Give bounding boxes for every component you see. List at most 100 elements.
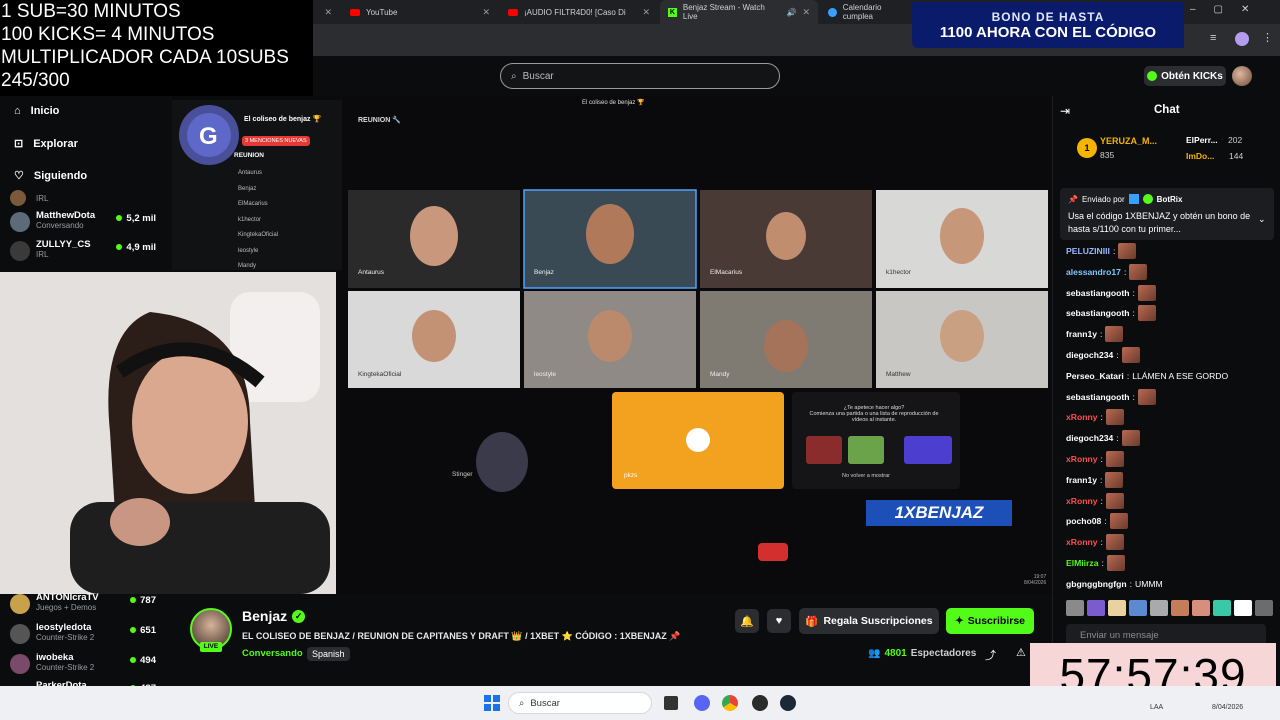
chat-username[interactable]: frann1y xyxy=(1066,475,1097,485)
tile-label: Stinger xyxy=(452,471,473,478)
obs-app-icon[interactable] xyxy=(752,695,768,711)
channel-name: ANTONIcraTV xyxy=(36,592,99,603)
recommended-item[interactable]: ANTONIcraTV Juegos + Demos 787 xyxy=(10,592,170,616)
emote-icon[interactable] xyxy=(1087,600,1105,616)
channel-name: MatthewDota xyxy=(36,210,96,221)
activity-checkbox-label[interactable]: No volver a mostrar xyxy=(842,473,890,479)
close-icon[interactable]: ✕ xyxy=(802,7,810,18)
browser-tab-audio[interactable]: ¡AUDIO FILTR4D0! [Caso Di ✕ xyxy=(500,0,658,24)
recommended-item[interactable]: leostyledota Counter-Strike 2 651 xyxy=(10,622,170,646)
chat-colon: : xyxy=(1132,308,1135,319)
close-icon[interactable]: ✕ xyxy=(482,7,490,18)
close-icon[interactable]: ✕ xyxy=(642,7,650,18)
following-item[interactable]: IRL xyxy=(10,190,170,206)
taskbar-search[interactable]: ⌕ Buscar xyxy=(508,692,652,714)
gift-subs-button[interactable]: 🎁 Regala Suscripciones xyxy=(799,608,939,634)
emote-icon[interactable] xyxy=(1234,600,1252,616)
chat-username[interactable]: xRonny xyxy=(1066,454,1098,464)
language-tag[interactable]: Spanish xyxy=(307,647,350,661)
sidebar-item-siguiendo[interactable]: ♡ Siguiendo xyxy=(14,169,87,183)
sidebar-item-explorar[interactable]: ⊡ Explorar xyxy=(14,137,78,151)
language-indicator[interactable]: LAA xyxy=(1150,704,1163,711)
heart-icon[interactable]: ♥ xyxy=(767,609,791,633)
chat-username[interactable]: diegoch234 xyxy=(1066,433,1113,443)
profile-icon[interactable] xyxy=(1235,32,1249,46)
chat-message: xRonny: xyxy=(1066,451,1124,467)
chat-username[interactable]: sebastiangooth xyxy=(1066,288,1130,298)
chat-username[interactable]: pocho08 xyxy=(1066,516,1101,526)
chrome-app-icon[interactable] xyxy=(722,695,738,711)
leaderboard-value: 835 xyxy=(1100,150,1115,160)
emote-icon[interactable] xyxy=(1066,600,1084,616)
chat-username[interactable]: xRonny xyxy=(1066,496,1098,506)
leaderboard-name[interactable]: ElPerr... xyxy=(1186,135,1218,145)
chevron-down-icon[interactable]: ⌄ xyxy=(1258,214,1266,225)
chat-username[interactable]: gbgnggbngfgn xyxy=(1066,579,1127,589)
chat-username[interactable]: Perseo_Katari xyxy=(1066,371,1124,381)
user-avatar[interactable] xyxy=(1232,66,1252,86)
speaker-icon[interactable]: 🔊 xyxy=(786,8,796,17)
following-item[interactable]: MatthewDota Conversando 5,2 mil xyxy=(10,210,170,234)
emote-icon[interactable] xyxy=(1192,600,1210,616)
pinned-message[interactable]: 📌 Enviado por BotRix Usa el código 1XBEN… xyxy=(1060,188,1274,240)
streamer-name-row: Benjaz ✓ xyxy=(242,608,306,624)
collapse-chat-icon[interactable]: ⇥ xyxy=(1060,104,1070,118)
emote-icon[interactable] xyxy=(1213,600,1231,616)
chat-colon: : xyxy=(1100,329,1103,340)
chat-username[interactable]: ElMiirza xyxy=(1066,558,1098,568)
chat-username[interactable]: xRonny xyxy=(1066,412,1098,422)
recommended-item[interactable]: iwobeka Counter-Strike 2 494 xyxy=(10,652,170,676)
streamer-name[interactable]: Benjaz xyxy=(242,608,287,624)
sidebar-item-inicio[interactable]: ⌂ Inicio xyxy=(14,105,59,117)
avatar xyxy=(10,594,30,614)
viewer-count: 787 xyxy=(130,595,156,606)
users-icon: 👥 xyxy=(868,648,881,659)
chat-username[interactable]: diegoch234 xyxy=(1066,350,1113,360)
stream-title: EL COLISEO DE BENJAZ / REUNION DE CAPITA… xyxy=(242,631,681,641)
steam-app-icon[interactable] xyxy=(780,695,796,711)
bell-icon[interactable]: 🔔 xyxy=(735,609,759,633)
taskbar-search-label: Buscar xyxy=(530,697,560,709)
windows-start-icon[interactable] xyxy=(484,695,500,711)
chat-username[interactable]: sebastiangooth xyxy=(1066,392,1130,402)
leaderboard-value: 144 xyxy=(1229,151,1244,161)
channel-category: Counter-Strike 2 xyxy=(36,663,95,672)
chat-message: gbgnggbngfgn: UMMM xyxy=(1066,576,1163,592)
browser-tab-calendar[interactable]: Calendario cumplea xyxy=(820,0,920,24)
search-input[interactable]: ⌕ Buscar xyxy=(500,63,780,89)
taskview-icon[interactable] xyxy=(664,696,678,710)
share-icon[interactable]: ⤴ xyxy=(985,647,996,663)
emote-icon[interactable] xyxy=(1108,600,1126,616)
get-kicks-button[interactable]: Obtén KICKs xyxy=(1144,66,1226,86)
window-controls[interactable]: –▢✕ xyxy=(1190,4,1267,15)
heart-icon: ♡ xyxy=(14,170,24,182)
more-icon[interactable]: ⋮ xyxy=(1262,31,1273,44)
close-icon[interactable]: ✕ xyxy=(324,7,332,18)
emote-icon[interactable] xyxy=(1255,600,1273,616)
emote-icon[interactable] xyxy=(1129,600,1147,616)
emote-icon[interactable] xyxy=(1150,600,1168,616)
chat-username[interactable]: alessandro17 xyxy=(1066,267,1121,277)
subscribe-button[interactable]: ✦ Suscribirse xyxy=(946,608,1034,634)
browser-tab-youtube[interactable]: YouTube ✕ xyxy=(342,0,498,24)
browser-tab-kick[interactable]: K Benjaz Stream - Watch Live 🔊 ✕ xyxy=(660,0,818,24)
emote-icon[interactable] xyxy=(1171,600,1189,616)
chat-username[interactable]: sebastiangooth xyxy=(1066,308,1130,318)
chat-text: UMMM xyxy=(1135,578,1163,589)
browser-tab-prev[interactable]: ✕ xyxy=(316,0,340,24)
discord-app-icon[interactable] xyxy=(694,695,710,711)
chat-username[interactable]: xRonny xyxy=(1066,537,1098,547)
emote-icon xyxy=(1105,471,1124,488)
stream-category[interactable]: Conversando xyxy=(242,648,303,659)
taskbar-date[interactable]: 8/04/2026 xyxy=(1212,704,1243,711)
chat-colon: : xyxy=(1104,516,1107,527)
warning-icon[interactable]: ⚠ xyxy=(1016,646,1026,659)
channel-name: leostyledota xyxy=(36,622,92,633)
following-item[interactable]: ZULLYY_CS IRL 4,9 mil xyxy=(10,239,170,263)
menu-icon[interactable]: ≡ xyxy=(1210,32,1216,44)
chat-username[interactable]: frann1y xyxy=(1066,329,1097,339)
chat-username[interactable]: PELUZINIII xyxy=(1066,246,1110,256)
leaderboard-name[interactable]: ImDo... xyxy=(1186,151,1214,161)
leaderboard-name[interactable]: YERUZA_M... xyxy=(1100,136,1157,146)
viewer-count: 494 xyxy=(130,655,156,666)
